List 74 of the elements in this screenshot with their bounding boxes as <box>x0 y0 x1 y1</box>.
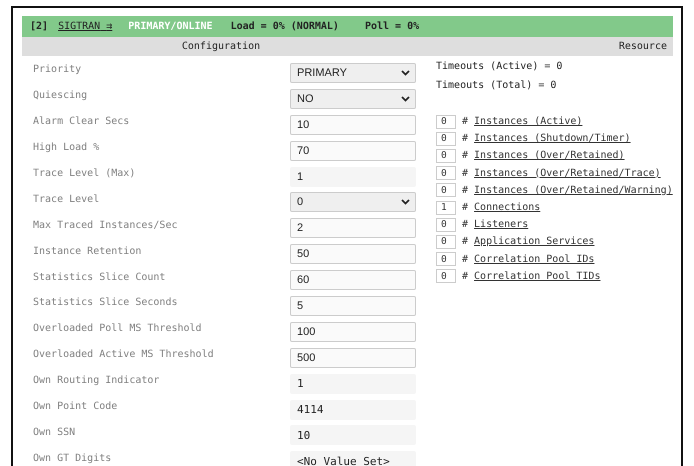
input-field[interactable]: 70 <box>290 140 416 161</box>
input-field[interactable]: 2 <box>290 218 416 238</box>
load-label: Load = 0% (NORMAL) <box>230 21 339 32</box>
count-value: 0 <box>436 166 456 180</box>
chevron-down-icon <box>401 96 410 102</box>
count-value: 0 <box>436 132 456 146</box>
field-value: 1 <box>290 166 416 186</box>
input-field[interactable]: 5 <box>290 296 416 316</box>
timeout-text: Timeouts (Total) = 0 <box>436 79 558 93</box>
poll-label: Poll = 0% <box>364 21 420 32</box>
field-value: <No Value Set> <box>290 451 416 466</box>
hash-mark: # <box>462 168 468 179</box>
resource-link[interactable]: Instances (Active) <box>474 116 582 128</box>
column-title: Configuration <box>182 41 260 52</box>
resource-link[interactable]: Instances (Over/Retained) <box>474 150 625 162</box>
service-link[interactable]: SIGTRAN ⇉ <box>58 21 112 32</box>
resource-link[interactable]: Application Services <box>474 236 594 248</box>
field-label: Trace Level (Max) <box>33 168 136 179</box>
field-label: Own Point Code <box>33 401 118 412</box>
resource-link[interactable]: Instances (Shutdown/Timer) <box>474 133 631 144</box>
count-value: 0 <box>436 252 456 266</box>
count-value: 0 <box>436 269 456 284</box>
input-field[interactable]: 50 <box>290 244 416 264</box>
field-label: Own GT Digits <box>33 452 112 464</box>
chevron-down-icon <box>401 70 410 76</box>
field-label: Alarm Clear Secs <box>33 116 130 128</box>
field-label: Own SSN <box>33 426 76 438</box>
hash-mark: # <box>462 150 468 162</box>
resource-link[interactable]: Instances (Over/Retained/Warning) <box>474 184 673 196</box>
count-value: 0 <box>436 114 456 129</box>
resource-link[interactable]: Correlation Pool IDs <box>474 254 594 265</box>
field-value: 1 <box>290 374 416 394</box>
field-label: Instance Retention <box>33 246 142 257</box>
resource-link[interactable]: Listeners <box>474 219 528 230</box>
index-label: [2] <box>30 21 48 32</box>
field-value: 10 <box>290 425 416 446</box>
field-label: Own Routing Indicator <box>33 375 160 386</box>
field-label: Quiescing <box>33 90 88 102</box>
field-label: Max Traced Instances/Sec <box>33 220 178 231</box>
input-field[interactable]: 10 <box>290 114 416 135</box>
timeout-text: Timeouts (Active) = 0 <box>436 60 564 74</box>
count-value: 0 <box>436 148 456 163</box>
resource-link[interactable]: Correlation Pool TIDs <box>474 270 600 282</box>
hash-mark: # <box>462 236 468 248</box>
hash-mark: # <box>462 254 468 265</box>
dropdown[interactable]: PRIMARY <box>290 62 416 83</box>
field-label: Overloaded Poll MS Threshold <box>33 323 203 334</box>
count-value: 0 <box>436 234 456 249</box>
field-label: Trace Level <box>33 194 100 205</box>
hash-mark: # <box>462 133 468 144</box>
hash-mark: # <box>462 116 468 128</box>
input-field[interactable]: 500 <box>290 348 416 368</box>
count-value: 0 <box>436 183 456 198</box>
input-field[interactable]: 60 <box>290 270 416 290</box>
field-label: Overloaded Active MS Threshold <box>33 349 215 360</box>
field-label: Statistics Slice Seconds <box>33 297 178 308</box>
hash-mark: # <box>462 219 468 230</box>
field-value: 4114 <box>290 400 416 420</box>
field-label: Statistics Slice Count <box>33 272 166 283</box>
hash-mark: # <box>462 270 468 282</box>
hash-mark: # <box>462 202 468 214</box>
dropdown[interactable]: 0 <box>290 192 416 212</box>
status-label: PRIMARY/ONLINE <box>128 21 213 32</box>
count-value: 0 <box>436 218 456 232</box>
column-title: Resource <box>618 41 667 52</box>
input-field[interactable]: 100 <box>290 322 416 342</box>
chevron-down-icon <box>401 199 410 206</box>
resource-link[interactable]: Instances (Over/Retained/Trace) <box>474 168 661 179</box>
count-value: 1 <box>436 200 456 215</box>
resource-link[interactable]: Connections <box>474 202 540 214</box>
field-label: Priority <box>33 64 82 76</box>
hash-mark: # <box>462 184 468 196</box>
dropdown[interactable]: NO <box>290 88 416 109</box>
field-label: High Load % <box>33 142 100 154</box>
